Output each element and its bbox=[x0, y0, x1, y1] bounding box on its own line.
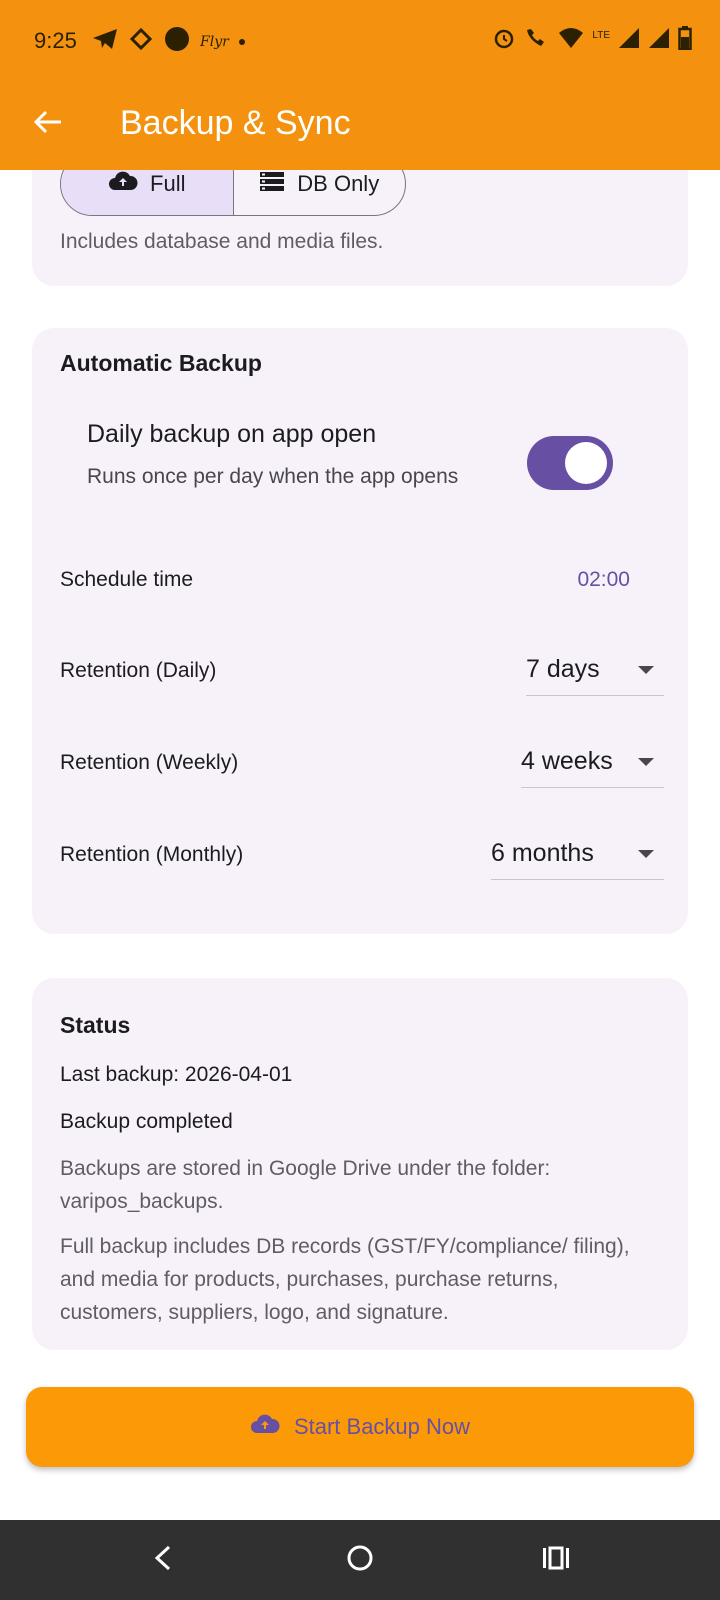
schedule-time-value[interactable]: 02:00 bbox=[577, 568, 630, 592]
lte-text: LTE bbox=[592, 30, 610, 41]
caret-down-icon bbox=[638, 757, 654, 766]
more-dot-icon bbox=[238, 38, 245, 45]
retention-daily-label: Retention (Daily) bbox=[60, 659, 217, 682]
page-title: Backup & Sync bbox=[120, 104, 351, 142]
app-bar: Backup & Sync bbox=[0, 84, 720, 170]
nav-home-button[interactable] bbox=[338, 1538, 382, 1582]
nav-back-button[interactable] bbox=[141, 1538, 185, 1582]
retention-monthly-label: Retention (Monthly) bbox=[60, 843, 244, 866]
scroll-content[interactable]: Full DB Only Includes database and media… bbox=[0, 0, 720, 1490]
circle-app-icon bbox=[164, 26, 190, 57]
full-backup-note: Full backup includes DB records (GST/FY/… bbox=[60, 1235, 630, 1324]
top-app-header: 9:25 Flyr LTE Backup & Sync bbox=[0, 0, 720, 170]
sync-app-icon bbox=[128, 26, 154, 57]
status-right-icons: LTE bbox=[492, 26, 692, 55]
status-left-icons: Flyr bbox=[92, 26, 245, 57]
toggle-knob bbox=[565, 442, 607, 484]
status-bar: 9:25 Flyr LTE bbox=[0, 0, 720, 84]
retention-weekly-value: 4 weeks bbox=[521, 747, 613, 775]
retention-weekly-dropdown[interactable]: 4 weeks bbox=[521, 736, 664, 788]
cloud-upload-icon bbox=[250, 1413, 280, 1441]
status-title: Status bbox=[60, 1012, 131, 1038]
cloud-upload-icon bbox=[108, 170, 138, 198]
automatic-backup-card: Automatic Backup Daily backup on app ope… bbox=[32, 328, 688, 934]
flyr-text: Flyr bbox=[200, 33, 229, 50]
alarm-icon bbox=[492, 26, 516, 55]
daily-backup-subtitle: Runs once per day when the app opens bbox=[87, 465, 459, 488]
schedule-time-label: Schedule time bbox=[60, 568, 194, 591]
system-nav-bar bbox=[0, 1520, 720, 1600]
signal-icon bbox=[648, 27, 670, 54]
home-icon bbox=[345, 1543, 375, 1578]
retention-daily-dropdown[interactable]: 7 days bbox=[526, 644, 664, 696]
storage-note: Backups are stored in Google Drive under… bbox=[60, 1157, 551, 1213]
arrow-left-icon bbox=[33, 109, 63, 140]
back-icon bbox=[151, 1544, 175, 1577]
telegram-icon bbox=[92, 28, 118, 55]
status-time: 9:25 bbox=[34, 28, 77, 53]
storage-icon bbox=[259, 170, 285, 198]
status-card: Status Last backup: 2026-04-01 Backup co… bbox=[32, 978, 688, 1350]
last-backup-text: Last backup: 2026-04-01 bbox=[60, 1063, 293, 1086]
start-backup-label: Start Backup Now bbox=[293, 1414, 471, 1439]
battery-icon bbox=[678, 26, 692, 55]
wifi-icon bbox=[558, 27, 584, 54]
start-backup-button[interactable]: Start Backup Now bbox=[26, 1387, 694, 1467]
nav-recents-button[interactable] bbox=[534, 1538, 578, 1582]
daily-backup-toggle[interactable] bbox=[527, 436, 613, 490]
automatic-backup-title: Automatic Backup bbox=[60, 350, 262, 376]
daily-backup-title: Daily backup on app open bbox=[87, 420, 377, 448]
retention-monthly-value: 6 months bbox=[491, 839, 594, 867]
retention-monthly-dropdown[interactable]: 6 months bbox=[491, 828, 664, 880]
call-wifi-icon bbox=[524, 26, 550, 55]
segment-db-only-label: DB Only bbox=[297, 171, 380, 196]
backup-state-text: Backup completed bbox=[60, 1110, 233, 1133]
retention-daily-value: 7 days bbox=[526, 655, 600, 683]
recents-icon bbox=[541, 1545, 571, 1576]
signal-icon bbox=[618, 27, 640, 54]
retention-weekly-label: Retention (Weekly) bbox=[60, 751, 239, 774]
caret-down-icon bbox=[638, 665, 654, 674]
backup-type-description: Includes database and media files. bbox=[60, 230, 384, 253]
caret-down-icon bbox=[638, 849, 654, 858]
segment-full-label: Full bbox=[150, 171, 186, 196]
back-button[interactable] bbox=[22, 98, 74, 150]
